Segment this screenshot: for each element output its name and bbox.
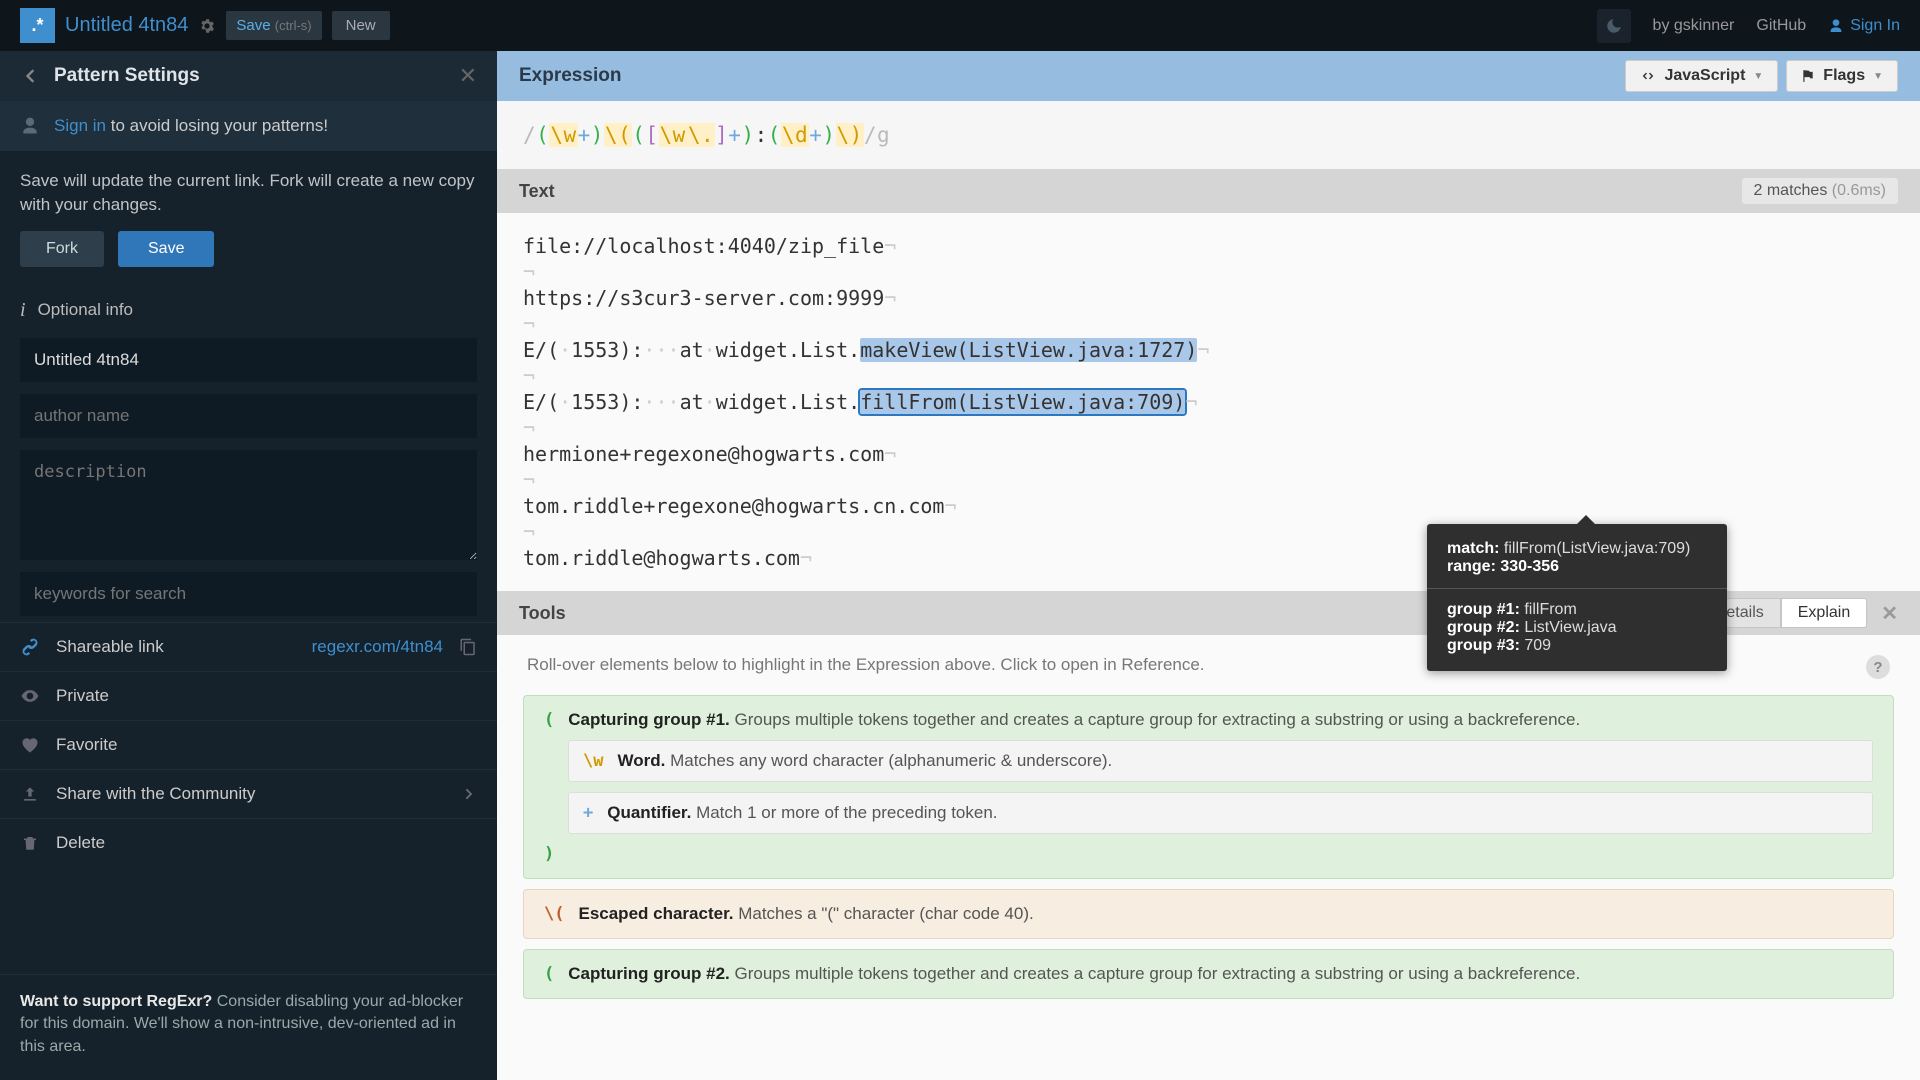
explain-group1[interactable]: (Capturing group #1. Groups multiple tok… xyxy=(523,695,1894,879)
save-button-sidebar[interactable]: Save xyxy=(118,231,214,267)
author-input[interactable] xyxy=(20,394,477,438)
info-icon: i xyxy=(20,299,26,322)
signin-link[interactable]: Sign In xyxy=(1828,17,1900,35)
github-link[interactable]: GitHub xyxy=(1756,17,1806,35)
fork-button[interactable]: Fork xyxy=(20,231,104,267)
close-icon[interactable]: ✕ xyxy=(1881,601,1898,626)
link-icon xyxy=(20,637,40,657)
new-button[interactable]: New xyxy=(332,11,390,40)
topbar: .* Untitled 4tn84 Save (ctrl-s) New by g… xyxy=(0,0,1920,51)
save-button[interactable]: Save (ctrl-s) xyxy=(226,11,321,40)
copy-icon[interactable] xyxy=(459,638,477,656)
optional-info-header: i Optional info xyxy=(0,289,497,332)
logo[interactable]: .* xyxy=(20,8,55,43)
explain-group2[interactable]: (Capturing group #2. Groups multiple tok… xyxy=(523,949,1894,999)
tools-label: Tools xyxy=(519,603,566,624)
theme-toggle[interactable] xyxy=(1597,9,1631,43)
tools-body: Roll-over elements below to highlight in… xyxy=(497,635,1920,1080)
match-count: 2 matches (0.6ms) xyxy=(1742,178,1899,204)
sidebar-row-favorite[interactable]: Favorite xyxy=(0,720,497,769)
share-url[interactable]: regexr.com/4tn84 xyxy=(312,637,443,657)
sidebar-header: Pattern Settings ✕ xyxy=(0,51,497,101)
topbar-right: by gskinner GitHub Sign In xyxy=(1597,9,1900,43)
share-icon xyxy=(20,784,40,804)
topbar-left: .* Untitled 4tn84 Save (ctrl-s) New xyxy=(20,8,390,43)
close-icon[interactable]: ✕ xyxy=(459,63,477,89)
tools-hint: Roll-over elements below to highlight in… xyxy=(527,655,1205,679)
doc-title[interactable]: Untitled 4tn84 xyxy=(65,14,188,37)
text-header: Text 2 matches (0.6ms) xyxy=(497,169,1920,213)
user-icon xyxy=(20,116,40,136)
code-icon xyxy=(1640,68,1656,84)
sidebar-row-private[interactable]: Private xyxy=(0,671,497,720)
user-icon xyxy=(1828,18,1844,34)
sidebar-row-share: Shareable link regexr.com/4tn84 xyxy=(0,622,497,671)
help-icon[interactable]: ? xyxy=(1866,655,1890,679)
back-icon[interactable] xyxy=(20,66,40,86)
sidebar-row-delete[interactable]: Delete xyxy=(0,818,497,867)
expression-header: Expression JavaScript▼ Flags▼ xyxy=(497,51,1920,101)
tab-explain[interactable]: Explain xyxy=(1781,598,1867,628)
gear-icon[interactable] xyxy=(198,17,216,35)
ad-block: Want to support RegExr? Consider disabli… xyxy=(0,974,497,1080)
author-link[interactable]: gskinner xyxy=(1674,17,1734,34)
language-select[interactable]: JavaScript▼ xyxy=(1625,60,1778,92)
flag-icon xyxy=(1801,69,1815,83)
explain-escaped[interactable]: \(Escaped character. Matches a "(" chara… xyxy=(523,889,1894,939)
trash-icon xyxy=(20,834,40,852)
description-input[interactable] xyxy=(20,450,477,560)
match-tooltip: match: fillFrom(ListView.java:709) range… xyxy=(1427,524,1727,671)
heart-icon xyxy=(20,735,40,755)
expression-label: Expression xyxy=(519,65,621,87)
by-label: by gskinner xyxy=(1653,17,1735,35)
save-hint: Save will update the current link. Fork … xyxy=(0,151,497,231)
expression-input[interactable]: /(\w+)\(([\w\.]+):(\d+)\)/g xyxy=(497,101,1920,169)
content: Expression JavaScript▼ Flags▼ /(\w+)\(([… xyxy=(497,51,1920,1080)
share-label: Shareable link xyxy=(56,637,164,657)
chevron-right-icon xyxy=(461,786,477,802)
sidebar-row-community[interactable]: Share with the Community xyxy=(0,769,497,818)
text-label: Text xyxy=(519,181,555,202)
signin-warning: Sign in to avoid losing your patterns! xyxy=(0,101,497,151)
signin-inline-link[interactable]: Sign in xyxy=(54,116,106,135)
sidebar: Pattern Settings ✕ Sign in to avoid losi… xyxy=(0,51,497,1080)
title-input[interactable] xyxy=(20,338,477,382)
eye-icon xyxy=(20,686,40,706)
sidebar-title: Pattern Settings xyxy=(54,65,200,87)
keywords-input[interactable] xyxy=(20,572,477,616)
explain-word[interactable]: \wWord. Matches any word character (alph… xyxy=(568,740,1873,782)
explain-plus[interactable]: +Quantifier. Match 1 or more of the prec… xyxy=(568,792,1873,834)
flags-select[interactable]: Flags▼ xyxy=(1786,60,1898,92)
